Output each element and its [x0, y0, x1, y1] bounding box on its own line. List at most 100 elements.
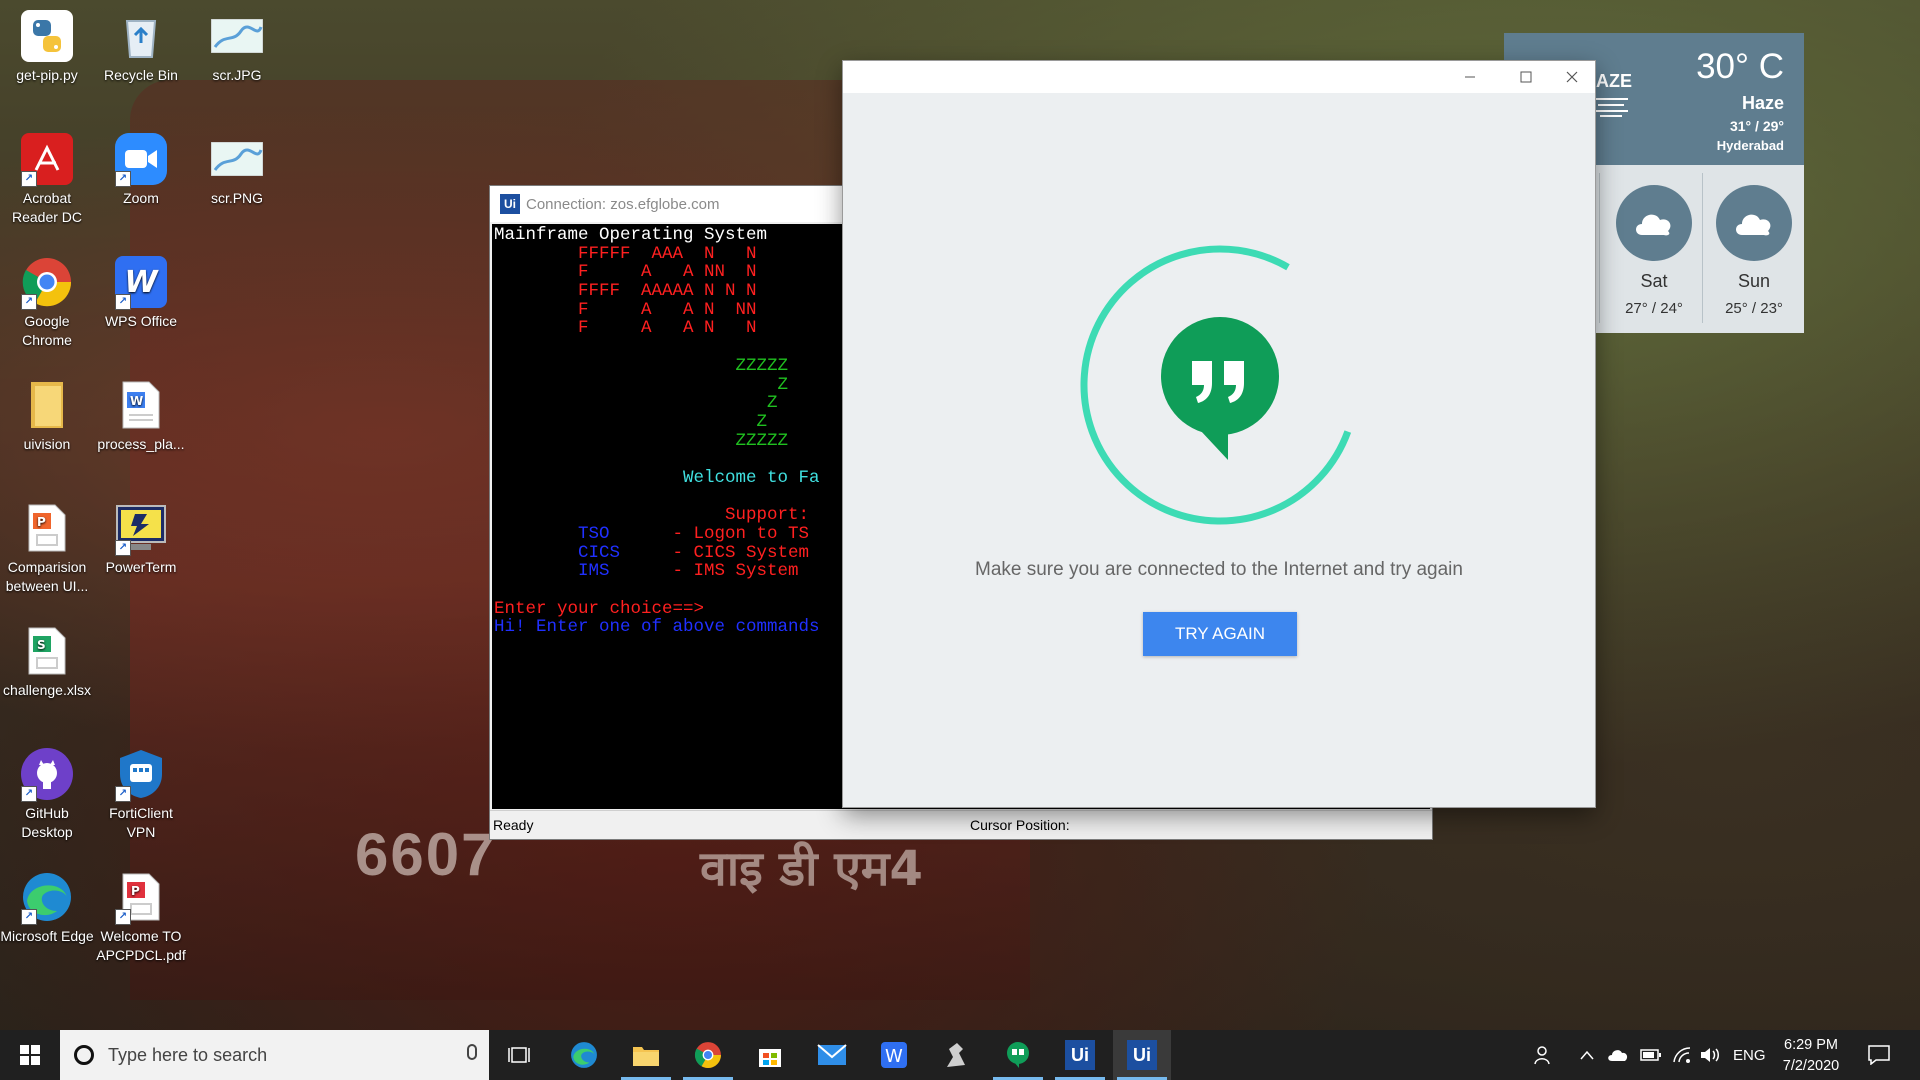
- weather-city: Hyderabad: [1716, 138, 1784, 153]
- desktop-icon-wps[interactable]: W ↗ WPS Office: [94, 250, 188, 331]
- notification-icon: [1868, 1045, 1890, 1065]
- desktop-icon-acrobat[interactable]: ↗ Acrobat Reader DC: [0, 127, 94, 227]
- image-file-icon: [211, 133, 263, 185]
- desktop-icon-scr-png[interactable]: scr.PNG: [190, 127, 284, 208]
- onedrive-tray[interactable]: [1607, 1030, 1629, 1080]
- desktop-icon-recycle-bin[interactable]: Recycle Bin: [94, 4, 188, 85]
- minimize-button[interactable]: [1447, 61, 1493, 93]
- taskbar-uipath-studio[interactable]: [927, 1030, 985, 1080]
- taskbar-uipath-2[interactable]: Ui: [1113, 1030, 1171, 1080]
- wps-office-icon: W ↗: [115, 256, 167, 310]
- wallpaper-train-number: 6607: [355, 821, 497, 888]
- svg-text:W: W: [130, 394, 143, 408]
- language-indicator[interactable]: ENG: [1733, 1030, 1766, 1080]
- forecast-day-name: Sun: [1737, 271, 1771, 291]
- haze-icon: [1594, 97, 1628, 122]
- weather-hilo: 31° / 29°: [1729, 118, 1784, 134]
- hangouts-icon: [1007, 1042, 1029, 1068]
- desktop-icon-github-desktop[interactable]: ↗ GitHub Desktop: [0, 742, 94, 842]
- wps-office-icon: W: [881, 1042, 907, 1068]
- desktop-icon-label: process_pla...: [97, 436, 185, 452]
- chrome-icon: ↗: [21, 256, 73, 310]
- task-view-icon: [508, 1047, 530, 1063]
- taskbar-edge[interactable]: [555, 1030, 613, 1080]
- edge-icon: [571, 1042, 597, 1068]
- taskbar-store[interactable]: [741, 1030, 799, 1080]
- desktop-icon-get-pip[interactable]: get-pip.py: [0, 4, 94, 85]
- shortcut-arrow-icon: ↗: [21, 909, 37, 925]
- taskbar-wps-office[interactable]: W: [865, 1030, 923, 1080]
- desktop-icon-label: FortiClient VPN: [109, 805, 173, 840]
- desktop-icon-label: PowerTerm: [105, 559, 177, 575]
- taskbar-search-box[interactable]: Type here to search: [60, 1030, 489, 1080]
- try-again-button[interactable]: TRY AGAIN: [1143, 612, 1297, 656]
- desktop-icon-edge[interactable]: ↗ Microsoft Edge: [0, 865, 94, 946]
- task-view-button[interactable]: [490, 1030, 548, 1080]
- taskbar-hangouts[interactable]: [989, 1030, 1047, 1080]
- forecast-day-sat: Sat 27° / 24°: [1604, 165, 1704, 333]
- shortcut-arrow-icon: ↗: [115, 171, 131, 187]
- hangouts-logo-icon: [1161, 317, 1279, 460]
- status-cursor-position: Cursor Position:: [970, 817, 1070, 833]
- acrobat-icon: ↗: [21, 133, 73, 187]
- speaker-icon: [1701, 1048, 1719, 1062]
- desktop-icon-label: Google Chrome: [22, 313, 72, 348]
- desktop-icon-comparision[interactable]: P Comparision between UI...: [0, 496, 94, 596]
- volume-tray[interactable]: [1700, 1030, 1722, 1080]
- edge-icon: ↗: [21, 871, 73, 925]
- taskbar-file-explorer[interactable]: [617, 1030, 675, 1080]
- wifi-tray[interactable]: [1672, 1030, 1692, 1080]
- uipath-icon: Ui: [1127, 1040, 1157, 1070]
- hangouts-titlebar[interactable]: [843, 61, 1595, 93]
- desktop-icon-scr-jpg[interactable]: scr.JPG: [190, 4, 284, 85]
- maximize-icon: [1520, 71, 1532, 83]
- minimize-icon: [1465, 76, 1475, 78]
- forecast-day-temps: 25° / 23°: [1725, 300, 1783, 317]
- people-button[interactable]: [1534, 1030, 1554, 1080]
- presentation-file-icon: P: [21, 502, 73, 554]
- desktop-icon-forticlient[interactable]: ↗ FortiClient VPN: [94, 742, 188, 842]
- microphone-icon[interactable]: [467, 1044, 477, 1060]
- battery-tray[interactable]: [1640, 1030, 1662, 1080]
- desktop-icon-zoom[interactable]: ↗ Zoom: [94, 127, 188, 208]
- taskbar-chrome[interactable]: [679, 1030, 737, 1080]
- mainframe-title: Connection: zos.efglobe.com: [526, 195, 720, 213]
- mail-icon: [817, 1044, 847, 1065]
- uipath-app-icon: Ui: [500, 194, 520, 214]
- taskbar-mail[interactable]: [803, 1030, 861, 1080]
- desktop-icon-chrome[interactable]: ↗ Google Chrome: [0, 250, 94, 350]
- shortcut-arrow-icon: ↗: [115, 294, 131, 310]
- shortcut-arrow-icon: ↗: [115, 909, 131, 925]
- connection-error-message: Make sure you are connected to the Inter…: [975, 559, 1463, 580]
- hangouts-window[interactable]: Make sure you are connected to the Inter…: [843, 61, 1595, 807]
- desktop-icon-label: Welcome TO APCPDCL.pdf: [96, 928, 186, 963]
- taskbar: Type here to search W Ui Ui ENG 6:29 PM …: [0, 1030, 1920, 1080]
- desktop-icon-label: scr.JPG: [212, 67, 262, 83]
- desktop-icon-process-pla[interactable]: W process_pla...: [94, 373, 188, 454]
- cloud-icon: [1716, 185, 1792, 261]
- close-button[interactable]: [1549, 61, 1595, 93]
- store-icon: [759, 1049, 781, 1067]
- desktop-icon-label: scr.PNG: [210, 190, 264, 206]
- desktop-icon-label: GitHub Desktop: [21, 805, 73, 840]
- uipath-icon: Ui: [1065, 1040, 1095, 1070]
- taskbar-uipath-1[interactable]: Ui: [1051, 1030, 1109, 1080]
- close-icon: [1566, 71, 1578, 83]
- windows-logo-icon: [20, 1045, 40, 1065]
- weather-temperature: 30° C: [1696, 47, 1784, 86]
- show-hidden-icons-button[interactable]: [1580, 1030, 1594, 1080]
- action-center-button[interactable]: [1868, 1030, 1890, 1080]
- taskbar-clock[interactable]: 6:29 PM 7/2/2020: [1766, 1035, 1856, 1077]
- shortcut-arrow-icon: ↗: [21, 294, 37, 310]
- desktop-icon-uivision[interactable]: uivision: [0, 373, 94, 454]
- maximize-button[interactable]: [1503, 61, 1549, 93]
- forticlient-shield-icon: ↗: [115, 748, 167, 802]
- desktop-icon-powerterm[interactable]: ↗ PowerTerm: [94, 496, 188, 577]
- start-button[interactable]: [0, 1030, 60, 1080]
- chevron-up-icon: [1580, 1050, 1594, 1060]
- powerterm-icon: ↗: [115, 502, 167, 556]
- weather-partial-label: AZE: [1596, 71, 1632, 91]
- desktop-icon-challenge[interactable]: S challenge.xlsx: [0, 619, 94, 700]
- search-placeholder: Type here to search: [108, 1044, 268, 1065]
- desktop-icon-welcome-pdf[interactable]: P ↗ Welcome TO APCPDCL.pdf: [94, 865, 188, 965]
